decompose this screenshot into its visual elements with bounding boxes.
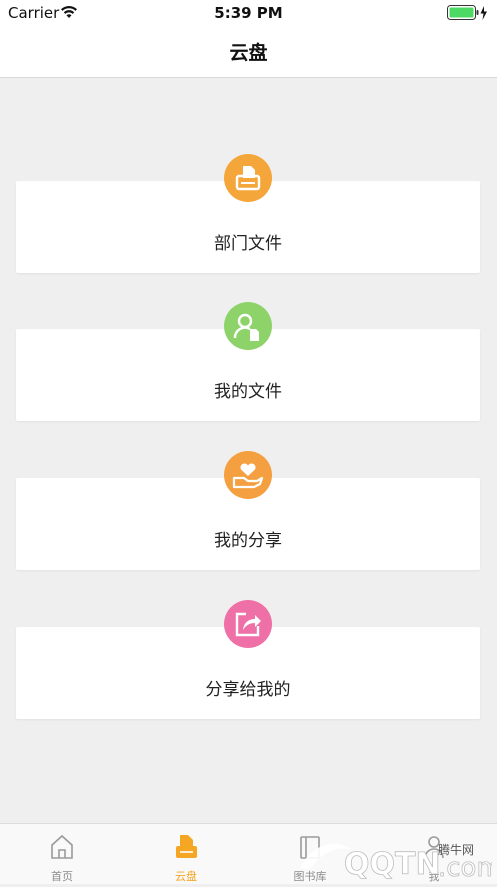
battery-icon [447,5,489,25]
tab-cloud-drive[interactable]: 云盘 [124,824,248,884]
my-share-icon [224,451,272,499]
card-label: 部门文件 [214,234,282,254]
svg-text:.com: .com [438,853,492,883]
cloud-drive-icon [176,835,197,858]
home-icon [51,834,73,859]
tab-label: 首页 [51,870,73,883]
nav-bar: 云盘 [0,26,497,78]
svg-text:QQTN: QQTN [344,847,441,882]
tab-home[interactable]: 首页 [0,824,124,884]
my-file-icon [224,302,272,350]
card-label: 我的文件 [214,382,282,402]
tab-label: 云盘 [175,870,197,883]
card-label: 分享给我的 [205,680,291,700]
shared-with-me-icon [224,600,272,648]
card-label: 我的分享 [214,531,282,551]
status-bar: Carrier 5:39 PM [0,0,497,26]
watermark-logo: QQTN 腾牛网 .com [292,828,497,883]
status-time: 5:39 PM [214,4,283,22]
department-file-icon [224,154,272,202]
page-title: 云盘 [229,42,268,64]
